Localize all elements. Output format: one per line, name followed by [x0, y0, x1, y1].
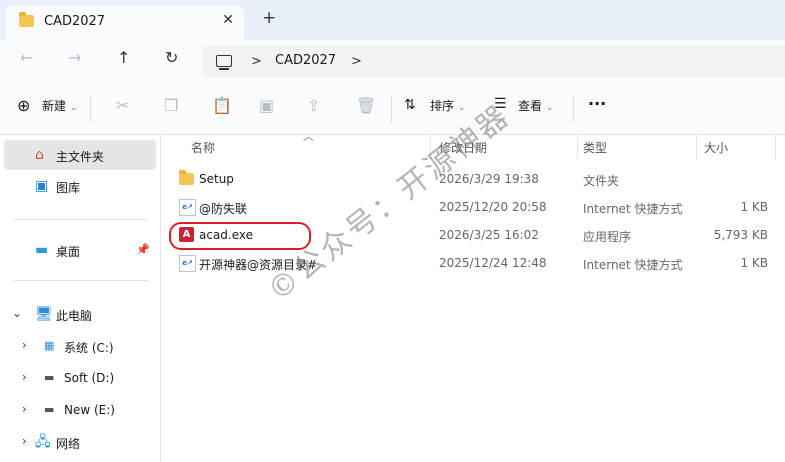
computer-icon: 🖥	[35, 306, 53, 322]
file-row-resource-shortcut[interactable]: e↗ 开源神器@资源目录# 2025/12/24 12:48 Internet …	[161, 249, 785, 277]
sort-ascending-icon: ︿	[303, 130, 314, 143]
sidebar-item-desktop[interactable]: ▬ 桌面 📌	[4, 235, 156, 265]
column-divider[interactable]	[577, 135, 578, 159]
sidebar-item-this-pc[interactable]: ⌄ 🖥 此电脑	[4, 299, 156, 329]
sidebar-item-network[interactable]: › 🖧 网络	[4, 427, 156, 457]
divider	[90, 96, 91, 122]
sidebar-item-label: 主文件夹	[56, 150, 105, 164]
delete-icon[interactable]: 🗑	[356, 98, 376, 114]
column-header-type[interactable]: 类型	[583, 139, 607, 156]
command-toolbar: ⊕ 新建 ⌄ ✂ ❐ 📋 ▣ ⇪ 🗑 ⇅ 排序 ⌄ ☰ 查看 ⌄ ···	[0, 84, 785, 135]
chevron-right-icon[interactable]: ›	[22, 402, 27, 416]
divider	[14, 280, 148, 281]
internet-shortcut-icon: e↗	[179, 255, 196, 272]
copy-icon[interactable]: ❐	[164, 98, 178, 114]
gallery-icon: ▣	[35, 178, 49, 194]
chevron-down-icon[interactable]: ⌄	[12, 306, 22, 320]
sidebar-item-label: New (E:)	[64, 403, 115, 417]
sidebar-item-label: 桌面	[56, 245, 81, 259]
sort-icon: ⇅	[404, 97, 416, 113]
breadcrumb-cad2027[interactable]: CAD2027	[275, 53, 336, 68]
divider	[391, 96, 392, 122]
chevron-right-icon[interactable]: ›	[22, 370, 27, 384]
file-modified: 2026/3/25 16:02	[439, 228, 539, 242]
sort-button-label: 排序	[430, 99, 455, 113]
file-row-setup[interactable]: Setup 2026/3/29 19:38 文件夹	[161, 165, 785, 193]
tab-cad2027[interactable]: CAD2027 ✕	[6, 6, 244, 40]
chevron-right-icon[interactable]: >	[251, 54, 262, 69]
highlight-ring	[169, 222, 311, 250]
file-type: Internet 快捷方式	[583, 202, 683, 216]
sidebar-item-label: 此电脑	[56, 309, 93, 323]
file-size: 5,793 KB	[713, 228, 768, 242]
file-name: Setup	[199, 172, 234, 186]
forward-button[interactable]: →	[68, 50, 81, 66]
chevron-right-icon[interactable]: ›	[22, 434, 27, 448]
navigation-pane: ⌂ 主文件夹 ▣ 图库 ▬ 桌面 📌 ⌄ 🖥 此电脑 › ▦ 系统 (C:) ›…	[0, 135, 161, 462]
tab-bar: CAD2027 ✕ +	[0, 0, 785, 40]
file-type: 应用程序	[583, 230, 632, 244]
sidebar-item-drive-e[interactable]: › ▬ New (E:)	[4, 395, 156, 425]
paste-icon[interactable]: 📋	[212, 98, 232, 114]
sidebar-item-gallery[interactable]: ▣ 图库	[4, 171, 156, 201]
share-icon[interactable]: ⇪	[307, 98, 320, 114]
sort-button[interactable]: 排序 ⌄	[430, 100, 465, 113]
new-tab-button[interactable]: +	[262, 10, 276, 27]
file-list: ︿ 名称 修改日期 类型 大小 Setup 2026/3/29 19:38 文件…	[161, 130, 785, 462]
folder-icon	[179, 170, 194, 185]
address-bar[interactable]: > CAD2027 >	[202, 46, 785, 78]
sidebar-item-label: 网络	[56, 437, 81, 451]
column-divider[interactable]	[775, 135, 776, 159]
file-size: 1 KB	[740, 256, 768, 270]
file-type: 文件夹	[583, 174, 620, 188]
home-icon: ⌂	[35, 147, 44, 163]
file-name: @防失联	[199, 202, 248, 216]
file-modified: 2025/12/24 12:48	[439, 256, 547, 270]
tab-title: CAD2027	[44, 14, 106, 29]
up-button[interactable]: ↑	[117, 50, 130, 66]
view-button-label: 查看	[518, 99, 543, 113]
chevron-right-icon[interactable]: >	[351, 54, 362, 69]
cut-icon[interactable]: ✂	[116, 98, 129, 114]
file-type: Internet 快捷方式	[583, 258, 683, 272]
navigation-bar: ← → ↑ ↻ > CAD2027 >	[0, 40, 785, 84]
new-button-label: 新建	[42, 99, 67, 113]
back-button[interactable]: ←	[20, 50, 33, 66]
divider	[573, 96, 574, 122]
drive-icon: ▬	[44, 371, 55, 384]
sidebar-item-label: 图库	[56, 181, 81, 195]
refresh-button[interactable]: ↻	[165, 50, 178, 66]
folder-icon	[19, 12, 34, 27]
sidebar-item-label: Soft (D:)	[64, 371, 115, 385]
more-options-button[interactable]: ···	[588, 96, 606, 112]
computer-icon	[216, 55, 232, 70]
drive-icon: ▬	[44, 403, 55, 416]
chevron-right-icon[interactable]: ›	[22, 338, 27, 352]
sidebar-item-home[interactable]: ⌂ 主文件夹	[4, 140, 156, 170]
file-modified: 2025/12/20 20:58	[439, 200, 547, 214]
column-header-name[interactable]: 名称	[191, 139, 215, 156]
network-icon: 🖧	[35, 434, 51, 450]
rename-icon[interactable]: ▣	[259, 98, 274, 114]
pin-icon[interactable]: 📌	[136, 243, 150, 256]
sidebar-item-drive-d[interactable]: › ▬ Soft (D:)	[4, 363, 156, 393]
column-divider[interactable]	[696, 135, 697, 159]
sidebar-item-label: 系统 (C:)	[64, 341, 114, 355]
internet-shortcut-icon: e↗	[179, 199, 196, 216]
divider	[14, 219, 148, 220]
close-tab-button[interactable]: ✕	[222, 12, 234, 28]
new-button[interactable]: 新建 ⌄	[42, 100, 77, 113]
file-size: 1 KB	[740, 200, 768, 214]
file-row-shortcut[interactable]: e↗ @防失联 2025/12/20 20:58 Internet 快捷方式 1…	[161, 193, 785, 221]
column-header-size[interactable]: 大小	[704, 139, 728, 156]
plus-circle-icon: ⊕	[17, 96, 31, 115]
drive-icon: ▦	[44, 339, 55, 352]
view-button[interactable]: 查看 ⌄	[518, 100, 553, 113]
desktop-icon: ▬	[35, 242, 49, 258]
sidebar-item-drive-c[interactable]: › ▦ 系统 (C:)	[4, 331, 156, 361]
